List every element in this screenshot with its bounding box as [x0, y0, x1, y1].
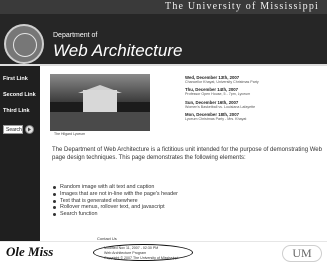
feature-item: Search function: [52, 211, 322, 218]
event-item: Mon, December 18th, 2007 Lyceum Christma…: [185, 112, 325, 121]
page-header: Department of Web Architecture: [0, 14, 327, 66]
footer-divider: [0, 241, 327, 242]
feature-item: Random image with alt text and caption: [52, 184, 322, 191]
event-list: Wed, December 13th, 2007 Chancellor Khay…: [185, 75, 325, 125]
department-title: Web Architecture: [53, 41, 183, 60]
photo-lawn: [50, 112, 150, 131]
lyceum-photo: [50, 74, 150, 131]
event-description: Women's Basketball vs. Louisiana Lafayet…: [185, 104, 256, 109]
event-item: Sun, December 16th, 2007 Women's Basketb…: [185, 100, 325, 109]
footer-modified: Modified Nov 11, 2007 - 02:30 PM: [104, 246, 159, 250]
footer-copyright: Copyright © 2007 The University of Missi…: [104, 256, 179, 260]
sidebar-link-third[interactable]: Third Link: [3, 108, 30, 114]
event-item: Wed, December 13th, 2007 Chancellor Khay…: [185, 75, 325, 84]
arrow-right-icon: [28, 127, 31, 132]
sidebar-link-second[interactable]: Second Link: [3, 92, 36, 98]
feature-item: Images that are not in-line with the pag…: [52, 191, 322, 198]
top-banner: The University of Mississippi: [0, 0, 327, 14]
sidebar: First Link Second Link Third Link Search: [0, 66, 40, 241]
event-item: Thu, December 14th, 2007 Professor Open …: [185, 87, 325, 96]
university-seal-icon: [4, 24, 44, 64]
photo-building: [83, 90, 117, 112]
feature-item: Text that is generated elsewhere: [52, 198, 322, 205]
sidebar-link-first[interactable]: First Link: [3, 76, 28, 82]
event-description: Professor Open House, 5 - 7pm, Lyceum: [185, 92, 251, 97]
search-input[interactable]: Search: [3, 125, 23, 134]
feature-list: Random image with alt text and caption I…: [52, 184, 322, 218]
event-description: Chancellor Khayat, University Christmas …: [185, 80, 259, 84]
footer-program: Web Architecture Program: [104, 251, 147, 255]
feature-item: Rollover menus, rollover text, and javas…: [52, 204, 322, 211]
department-prefix: Department of: [53, 32, 98, 39]
university-name: The University of Mississippi: [165, 1, 319, 12]
um-logo: UM: [282, 245, 322, 262]
contact-link[interactable]: Contact Us: [97, 236, 117, 241]
footer-info: Modified Nov 11, 2007 - 02:30 PM Web Arc…: [93, 244, 193, 261]
intro-paragraph: The Department of Web Architecture is a …: [52, 147, 322, 161]
event-description: Lyceum Christmas Party - Mrs. Khayat: [185, 117, 247, 122]
photo-caption: The Hilgard Lyceum: [54, 132, 86, 136]
header-divider: [0, 64, 327, 66]
search-go-button[interactable]: [25, 125, 34, 134]
ole-miss-logo: Ole Miss: [6, 244, 54, 259]
